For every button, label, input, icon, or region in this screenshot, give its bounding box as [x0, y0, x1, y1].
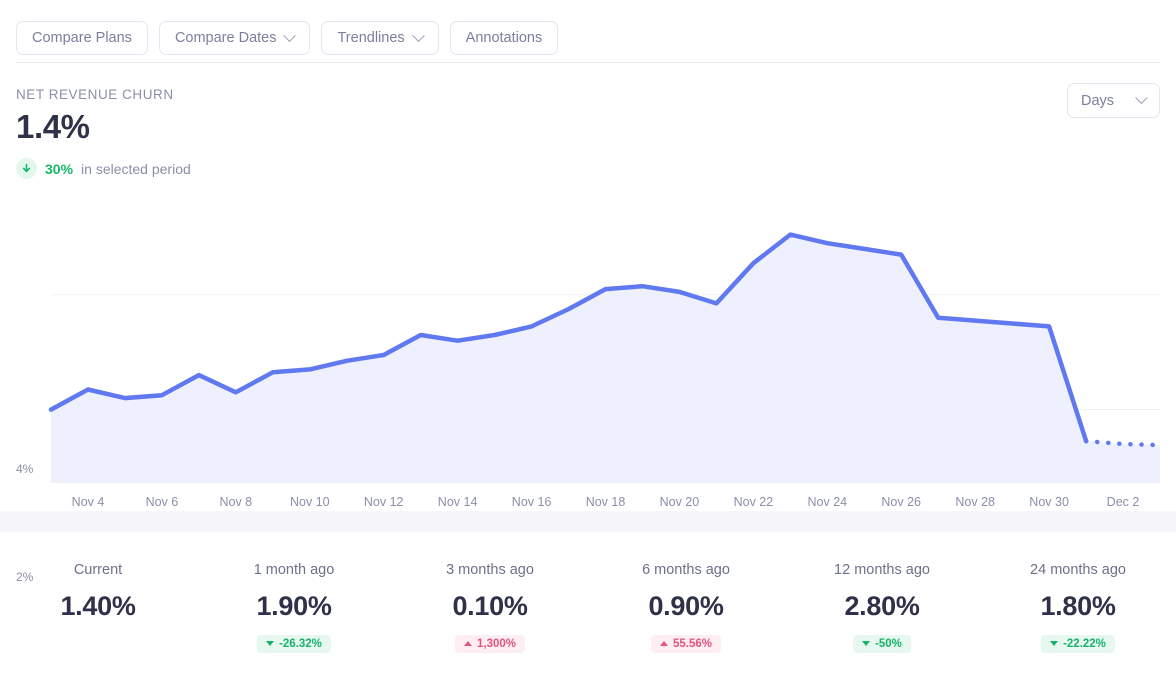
x-axis-tick: Nov 8	[219, 495, 253, 509]
comparison-card: 6 months ago 0.90% 55.56%	[588, 562, 784, 655]
metric-value: 1.4%	[16, 108, 90, 145]
annotations-button[interactable]: Annotations	[449, 21, 559, 55]
trendlines-label: Trendlines	[337, 29, 405, 46]
y-axis-tick: 2%	[16, 570, 34, 584]
chevron-down-icon	[283, 28, 297, 42]
comparison-card-value: 2.80%	[844, 591, 920, 621]
granularity-select[interactable]: Days	[1067, 83, 1160, 118]
triangle-up-icon	[659, 641, 668, 646]
comparison-card: 24 months ago 1.80% -22.22%	[980, 562, 1176, 655]
chevron-down-icon	[1135, 91, 1148, 105]
x-axis-tick: Nov 16	[511, 495, 552, 509]
comparison-card-label: 24 months ago	[1030, 562, 1126, 578]
comparison-card-badge-slot: -50%	[784, 633, 980, 655]
chart-container: 4% 2% Nov 4 Nov 6 Nov 8 Nov 10 Nov 12 Nov 14 N…	[0, 193, 1176, 584]
x-axis-tick: Nov 4	[71, 495, 105, 509]
compare-plans-button[interactable]: Compare Plans	[16, 21, 148, 55]
comparison-card-label: 3 months ago	[446, 562, 534, 578]
comparison-card-label: 12 months ago	[834, 562, 930, 578]
change-badge: -26.32%	[257, 634, 331, 653]
comparison-card-badge-slot	[0, 633, 196, 655]
comparison-card-value: 1.80%	[1040, 591, 1116, 621]
x-axis-tick: Nov 26	[881, 495, 921, 509]
change-badge-label: -22.22%	[1063, 637, 1106, 650]
chart-area-fill	[51, 234, 1160, 483]
compare-plans-label: Compare Plans	[32, 29, 132, 46]
triangle-down-icon	[266, 641, 275, 646]
x-axis-tick: Nov 28	[955, 495, 995, 509]
comparison-card-badge-slot: 55.56%	[588, 633, 784, 655]
annotations-label: Annotations	[465, 29, 543, 46]
comparison-card-badge-slot: 1,300%	[392, 633, 588, 655]
change-badge-label: -26.32%	[279, 637, 322, 650]
change-badge: 55.56%	[650, 634, 721, 653]
x-axis-tick: Nov 20	[659, 495, 700, 509]
metric-delta-percent: 30%	[45, 160, 74, 177]
net-revenue-churn-chart[interactable]	[0, 193, 1176, 493]
comparison-card-badge-slot: -22.22%	[980, 633, 1176, 655]
metric-delta: 30% in selected period	[16, 158, 1160, 179]
x-axis: Nov 4 Nov 6 Nov 8 Nov 10 Nov 12 Nov 14 Nov 16 N…	[0, 495, 1176, 517]
chevron-down-icon	[411, 28, 425, 42]
comparison-card-value: 1.90%	[256, 591, 332, 621]
metric-delta-text: in selected period	[81, 160, 191, 177]
comparison-card: 12 months ago 2.80% -50%	[784, 562, 980, 655]
comparison-card-label: 1 month ago	[253, 562, 335, 578]
comparison-card-badge-slot: -26.32%	[196, 633, 392, 655]
change-badge: 1,300%	[454, 634, 525, 653]
metric-title: NET REVENUE CHURN	[16, 87, 174, 102]
triangle-down-icon	[1050, 641, 1059, 646]
change-badge-label: 1,300%	[476, 637, 516, 650]
granularity-selected-value: Days	[1081, 92, 1115, 109]
x-axis-tick: Nov 10	[289, 495, 330, 509]
change-badge: -50%	[853, 634, 911, 653]
trendlines-button[interactable]: Trendlines	[321, 21, 439, 55]
x-axis-tick: Nov 12	[363, 495, 404, 509]
x-axis-tick: Nov 30	[1029, 495, 1069, 509]
x-axis-tick: Nov 18	[585, 495, 626, 509]
x-axis-tick: Nov 24	[807, 495, 848, 509]
granularity-control: Days	[1067, 83, 1160, 118]
comparison-card-value: 0.10%	[452, 591, 528, 621]
change-badge-label: 55.56%	[672, 637, 712, 650]
comparison-card-value: 1.40%	[60, 591, 136, 621]
comparison-card-label: 6 months ago	[642, 562, 730, 578]
chart-toolbar: Compare Plans Compare Dates Trendlines A…	[0, 0, 1176, 62]
comparison-card: 3 months ago 0.10% 1,300%	[392, 562, 588, 655]
metric-header: NET REVENUE CHURN 1.4% 30% in selected p…	[0, 63, 1176, 179]
change-badge-label: -50%	[875, 637, 902, 650]
comparison-card: 1 month ago 1.90% -26.32%	[196, 562, 392, 655]
y-axis-tick: 4%	[16, 462, 34, 476]
comparison-card-value: 0.90%	[648, 591, 724, 621]
triangle-up-icon	[463, 641, 472, 646]
x-axis-tick: Nov 22	[733, 495, 774, 509]
compare-dates-label: Compare Dates	[174, 29, 277, 46]
x-axis-tick: Dec 2	[1106, 495, 1140, 509]
change-badge: -22.22%	[1041, 634, 1115, 653]
comparison-cards: Current 1.40% 1 month ago 1.90% -26.32% 3 mon…	[0, 532, 1176, 655]
compare-dates-button[interactable]: Compare Dates	[158, 21, 311, 55]
triangle-down-icon	[862, 641, 871, 646]
arrow-down-icon	[16, 158, 37, 179]
x-axis-tick: Nov 6	[145, 495, 179, 509]
x-axis-tick: Nov 14	[437, 495, 478, 509]
